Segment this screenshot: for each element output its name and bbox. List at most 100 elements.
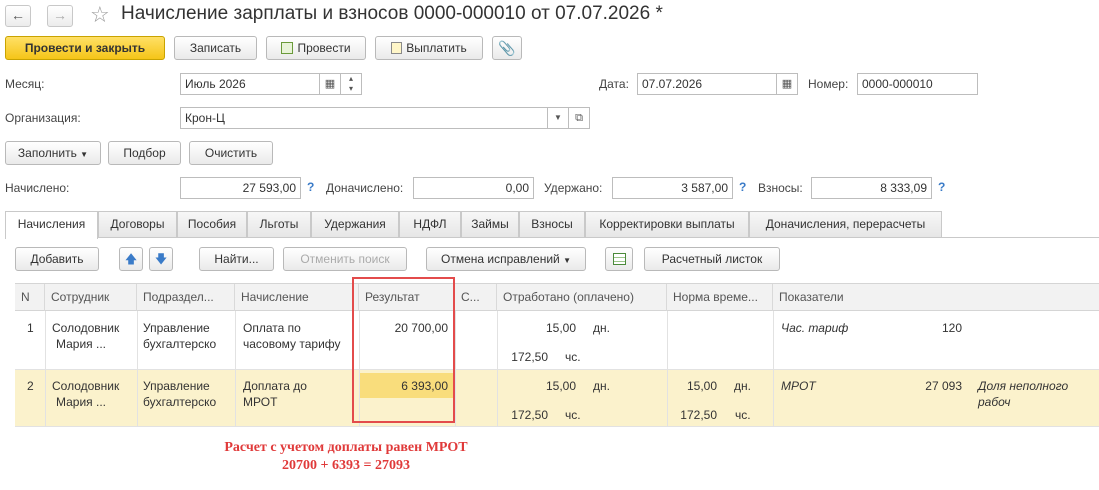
row-number: 2 — [27, 379, 34, 393]
cancel-search-button[interactable]: Отменить поиск — [283, 247, 407, 271]
tab-benefits[interactable]: Пособия — [177, 211, 247, 237]
column-header-indicators[interactable]: Показатели — [773, 284, 1099, 311]
open-icon: ⧉ — [575, 112, 583, 124]
withheld-field[interactable]: 3 587,00 — [612, 177, 733, 199]
extra-accrued-label: Доначислено: — [326, 181, 404, 195]
calendar-icon: ▦ — [324, 78, 336, 90]
date-calendar-button[interactable]: ▦ — [776, 73, 798, 95]
worked-hours-cell: 172,50 — [511, 350, 548, 364]
department-cell-2: бухгалтерско — [143, 395, 217, 409]
accrual-cell: Оплата по — [243, 321, 301, 335]
column-header-time-norm[interactable]: Норма време... — [667, 284, 773, 311]
tab-contracts[interactable]: Договоры — [98, 211, 177, 237]
stepper-icon: ▴ ▾ — [348, 74, 353, 93]
pay-button[interactable]: Выплатить — [375, 36, 483, 60]
chevron-down-icon: ▼ — [80, 150, 89, 159]
organization-label: Организация: — [5, 111, 81, 125]
indicator-value: 27 093 — [925, 379, 962, 393]
post-and-close-button[interactable]: Провести и закрыть — [5, 36, 165, 60]
favorite-star-icon[interactable]: ☆ — [90, 2, 110, 28]
annotation-highlight-box — [352, 277, 455, 423]
accrued-help-icon[interactable]: ? — [307, 180, 314, 194]
number-label: Номер: — [808, 77, 849, 91]
worked-days-cell: 15,00 — [545, 379, 576, 393]
indicator-value: 120 — [941, 321, 962, 335]
employee-cell-2: Мария ... — [56, 337, 107, 351]
accrual-cell: Доплата до — [243, 379, 307, 393]
tab-contributions[interactable]: Взносы — [519, 211, 585, 237]
save-button[interactable]: Записать — [174, 36, 257, 60]
month-field[interactable]: Июль 2026 — [180, 73, 320, 95]
attach-button[interactable]: 📎 — [492, 36, 522, 60]
contributions-field[interactable]: 8 333,09 — [811, 177, 932, 199]
column-header-accrual[interactable]: Начисление — [235, 284, 359, 311]
accrued-label: Начислено: — [5, 181, 70, 195]
column-header-worked[interactable]: Отработано (оплачено) — [497, 284, 667, 311]
move-down-button[interactable]: 🡇 — [149, 247, 173, 271]
indicator2-name-2: рабоч — [978, 395, 1011, 409]
accrual-cell-2: часовому тарифу — [243, 337, 341, 351]
month-label: Месяц: — [5, 77, 45, 91]
annotation-line-2: 20700 + 6393 = 27093 — [282, 458, 410, 473]
withheld-help-icon[interactable]: ? — [739, 180, 746, 194]
days-unit: дн. — [593, 379, 610, 393]
department-cell: Управление — [143, 321, 210, 335]
grid-header: N Сотрудник Подраздел... Начисление Резу… — [15, 283, 1099, 311]
norm-days-cell: 15,00 — [686, 379, 717, 393]
chevron-down-icon: ▼ — [554, 113, 562, 122]
employee-cell: Солодовник — [52, 321, 120, 335]
tab-privileges[interactable]: Льготы — [247, 211, 311, 237]
column-header-s[interactable]: С... — [455, 284, 497, 311]
organization-dropdown[interactable]: ▼ — [547, 107, 569, 129]
add-row-button[interactable]: Добавить — [15, 247, 99, 271]
tab-loans[interactable]: Займы — [461, 211, 519, 237]
days-unit: дн. — [593, 321, 610, 335]
worked-days-cell: 15,00 — [545, 321, 576, 335]
accrual-cell-2: МРОТ — [243, 395, 278, 409]
forward-button[interactable]: → — [47, 5, 73, 27]
move-up-button[interactable]: 🡅 — [119, 247, 143, 271]
month-calendar-button[interactable]: ▦ — [319, 73, 341, 95]
payslip-button[interactable]: Расчетный листок — [644, 247, 780, 271]
select-button[interactable]: Подбор — [108, 141, 181, 165]
date-field[interactable]: 07.07.2026 — [637, 73, 777, 95]
row-divider — [15, 369, 1099, 370]
organization-field[interactable]: Крон-Ц — [180, 107, 548, 129]
arrow-down-icon: 🡇 — [154, 252, 168, 266]
tab-accruals[interactable]: Начисления — [5, 211, 98, 239]
tab-panel — [5, 237, 1099, 490]
row-divider — [15, 426, 1099, 427]
employee-cell: Солодовник — [52, 379, 120, 393]
norm-days-unit: дн. — [734, 379, 751, 393]
find-button[interactable]: Найти... — [199, 247, 274, 271]
tab-ndfl[interactable]: НДФЛ — [399, 211, 461, 237]
number-field[interactable]: 0000-000010 — [857, 73, 978, 95]
fill-button[interactable]: Заполнить ▼ — [5, 141, 101, 165]
extra-accrued-field[interactable]: 0,00 — [413, 177, 534, 199]
back-button[interactable]: ← — [5, 5, 31, 27]
clear-button[interactable]: Очистить — [189, 141, 273, 165]
chevron-down-icon: ▼ — [563, 256, 571, 265]
column-header-employee[interactable]: Сотрудник — [45, 284, 137, 311]
cancel-corrections-button[interactable]: Отмена исправлений ▼ — [426, 247, 586, 271]
employee-cell-2: Мария ... — [56, 395, 107, 409]
arrow-right-icon: → — [53, 7, 67, 23]
indicator-name: МРОТ — [781, 379, 816, 393]
month-stepper[interactable]: ▴ ▾ — [340, 73, 362, 95]
arrow-left-icon: ← — [11, 7, 25, 23]
table-settings-button[interactable] — [605, 247, 633, 271]
tab-recalculations[interactable]: Доначисления, перерасчеты — [749, 211, 942, 237]
post-button[interactable]: Провести — [266, 36, 366, 60]
worked-hours-cell: 172,50 — [511, 408, 548, 422]
accrued-field[interactable]: 27 593,00 — [180, 177, 301, 199]
column-header-n[interactable]: N — [15, 284, 45, 311]
tab-deductions[interactable]: Удержания — [311, 211, 399, 237]
contributions-help-icon[interactable]: ? — [938, 180, 945, 194]
organization-open-button[interactable]: ⧉ — [568, 107, 590, 129]
pay-doc-icon — [391, 42, 403, 54]
calendar-icon: ▦ — [781, 78, 793, 90]
window-title: Начисление зарплаты и взносов 0000-00001… — [121, 3, 663, 24]
tab-payment-corrections[interactable]: Корректировки выплаты — [585, 211, 749, 237]
date-label: Дата: — [599, 77, 629, 91]
column-header-department[interactable]: Подраздел... — [137, 284, 235, 311]
